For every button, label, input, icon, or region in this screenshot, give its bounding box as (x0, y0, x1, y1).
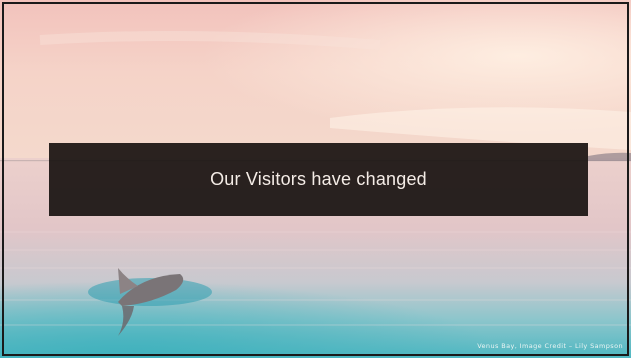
slide-title: Our Visitors have changed (210, 169, 427, 189)
title-band: Our Visitors have changed (49, 143, 588, 216)
image-credit-caption: Venus Bay, Image Credit – Lily Sampson (477, 342, 623, 350)
slide: Our Visitors have changed Venus Bay, Ima… (0, 0, 631, 358)
